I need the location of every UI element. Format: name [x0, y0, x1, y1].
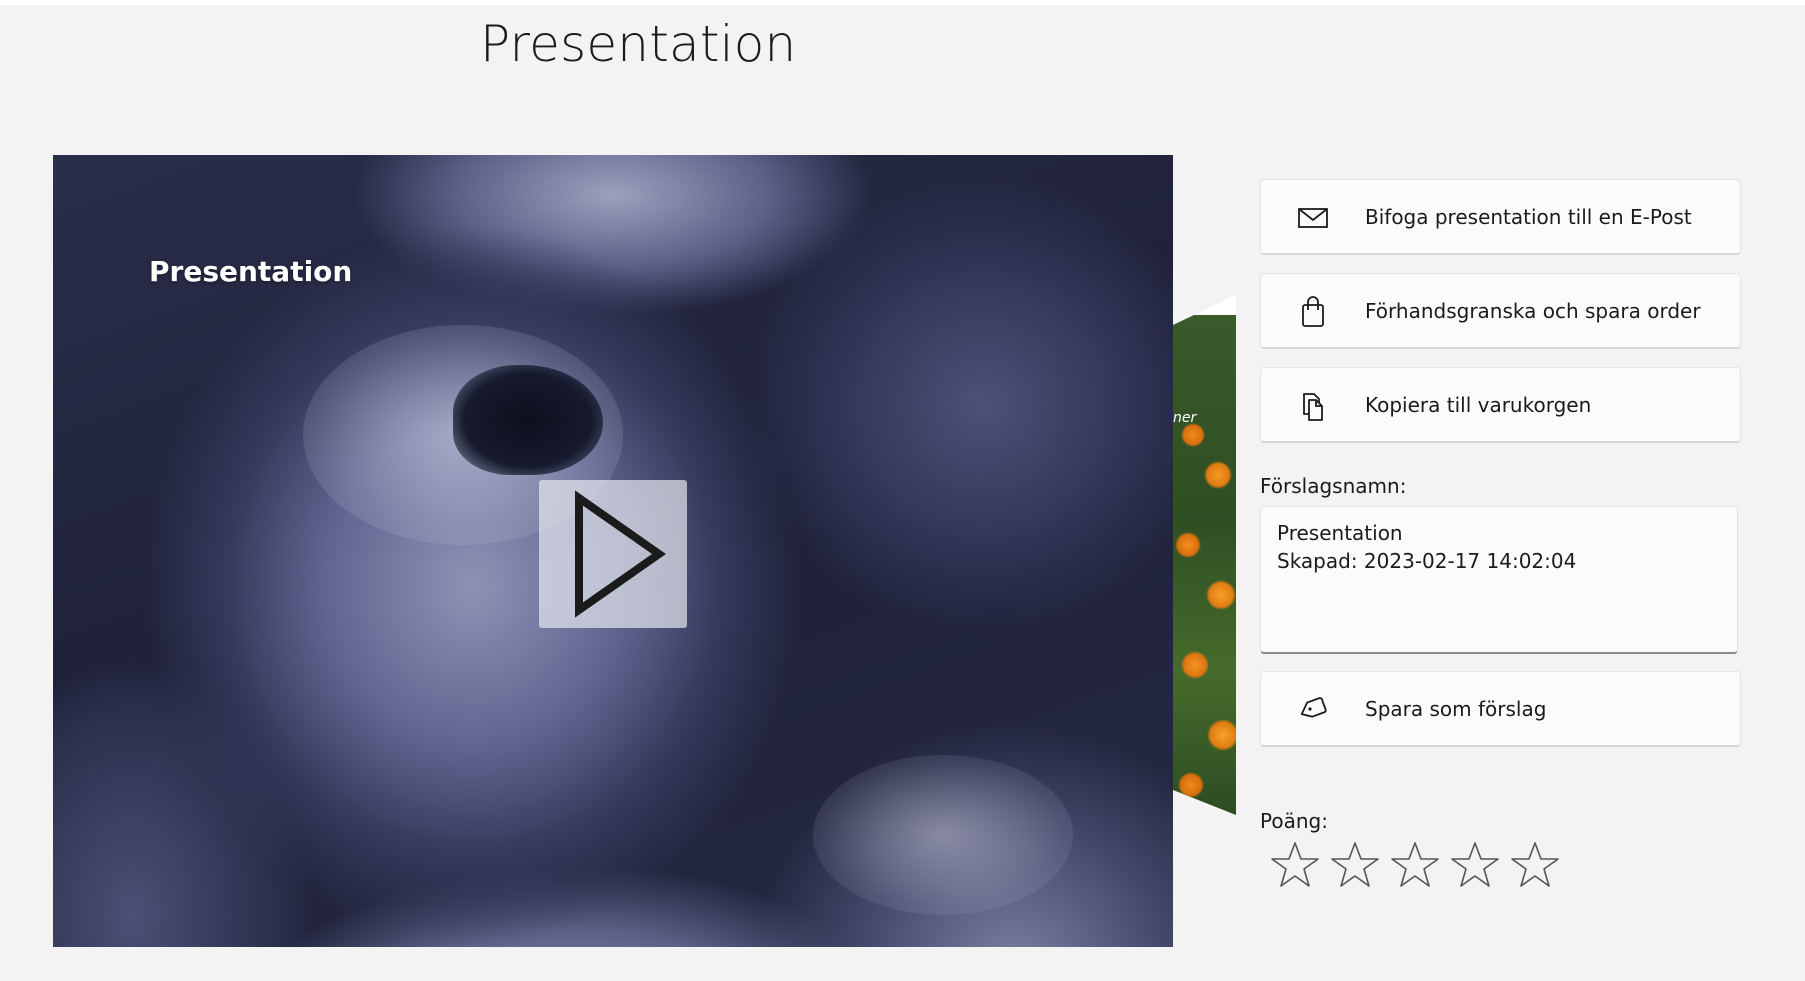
preview-save-order-button[interactable]: Förhandsgranska och spara order: [1260, 273, 1741, 349]
play-icon: [575, 490, 666, 618]
suggestion-name-line: Presentation: [1277, 521, 1403, 545]
next-slide-image: [1173, 315, 1236, 815]
rating-stars: [1270, 840, 1560, 890]
save-as-suggestion-label: Spara som förslag: [1365, 697, 1547, 721]
suggestion-name-field[interactable]: Presentation Skapad: 2023-02-17 14:02:04: [1260, 506, 1738, 654]
slide-image-shadow: [453, 365, 603, 475]
star-icon[interactable]: [1390, 840, 1440, 890]
copy-to-cart-label: Kopiera till varukorgen: [1365, 393, 1592, 417]
copy-to-cart-button[interactable]: Kopiera till varukorgen: [1260, 367, 1741, 443]
attach-email-button[interactable]: Bifoga presentation till en E-Post: [1260, 179, 1741, 255]
mail-icon: [1298, 208, 1328, 228]
star-icon[interactable]: [1330, 840, 1380, 890]
slide-image-highlight-secondary: [813, 755, 1073, 915]
shopping-bag-icon: [1302, 296, 1324, 327]
save-as-suggestion-button[interactable]: Spara som förslag: [1260, 671, 1741, 747]
star-icon[interactable]: [1270, 840, 1320, 890]
star-icon[interactable]: [1510, 840, 1560, 890]
rating-label: Poäng:: [1260, 809, 1328, 833]
preview-save-order-label: Förhandsgranska och spara order: [1365, 299, 1701, 323]
tag-icon: [1300, 697, 1327, 718]
suggestion-created-line: Skapad: 2023-02-17 14:02:04: [1277, 549, 1577, 573]
copy-icon: [1303, 393, 1323, 421]
slide-title: Presentation: [149, 255, 353, 288]
star-icon[interactable]: [1450, 840, 1500, 890]
play-button[interactable]: [539, 480, 687, 628]
next-slide-label: ner: [1173, 410, 1197, 426]
next-slide-preview[interactable]: ner: [1173, 295, 1236, 815]
app-window: Presentation Presentation ner Bifoga pre…: [0, 5, 1805, 981]
attach-email-label: Bifoga presentation till en E-Post: [1365, 205, 1692, 229]
page-title: Presentation: [480, 15, 797, 73]
slide-preview[interactable]: Presentation: [53, 155, 1173, 947]
suggestion-name-label: Förslagsnamn:: [1260, 474, 1407, 498]
